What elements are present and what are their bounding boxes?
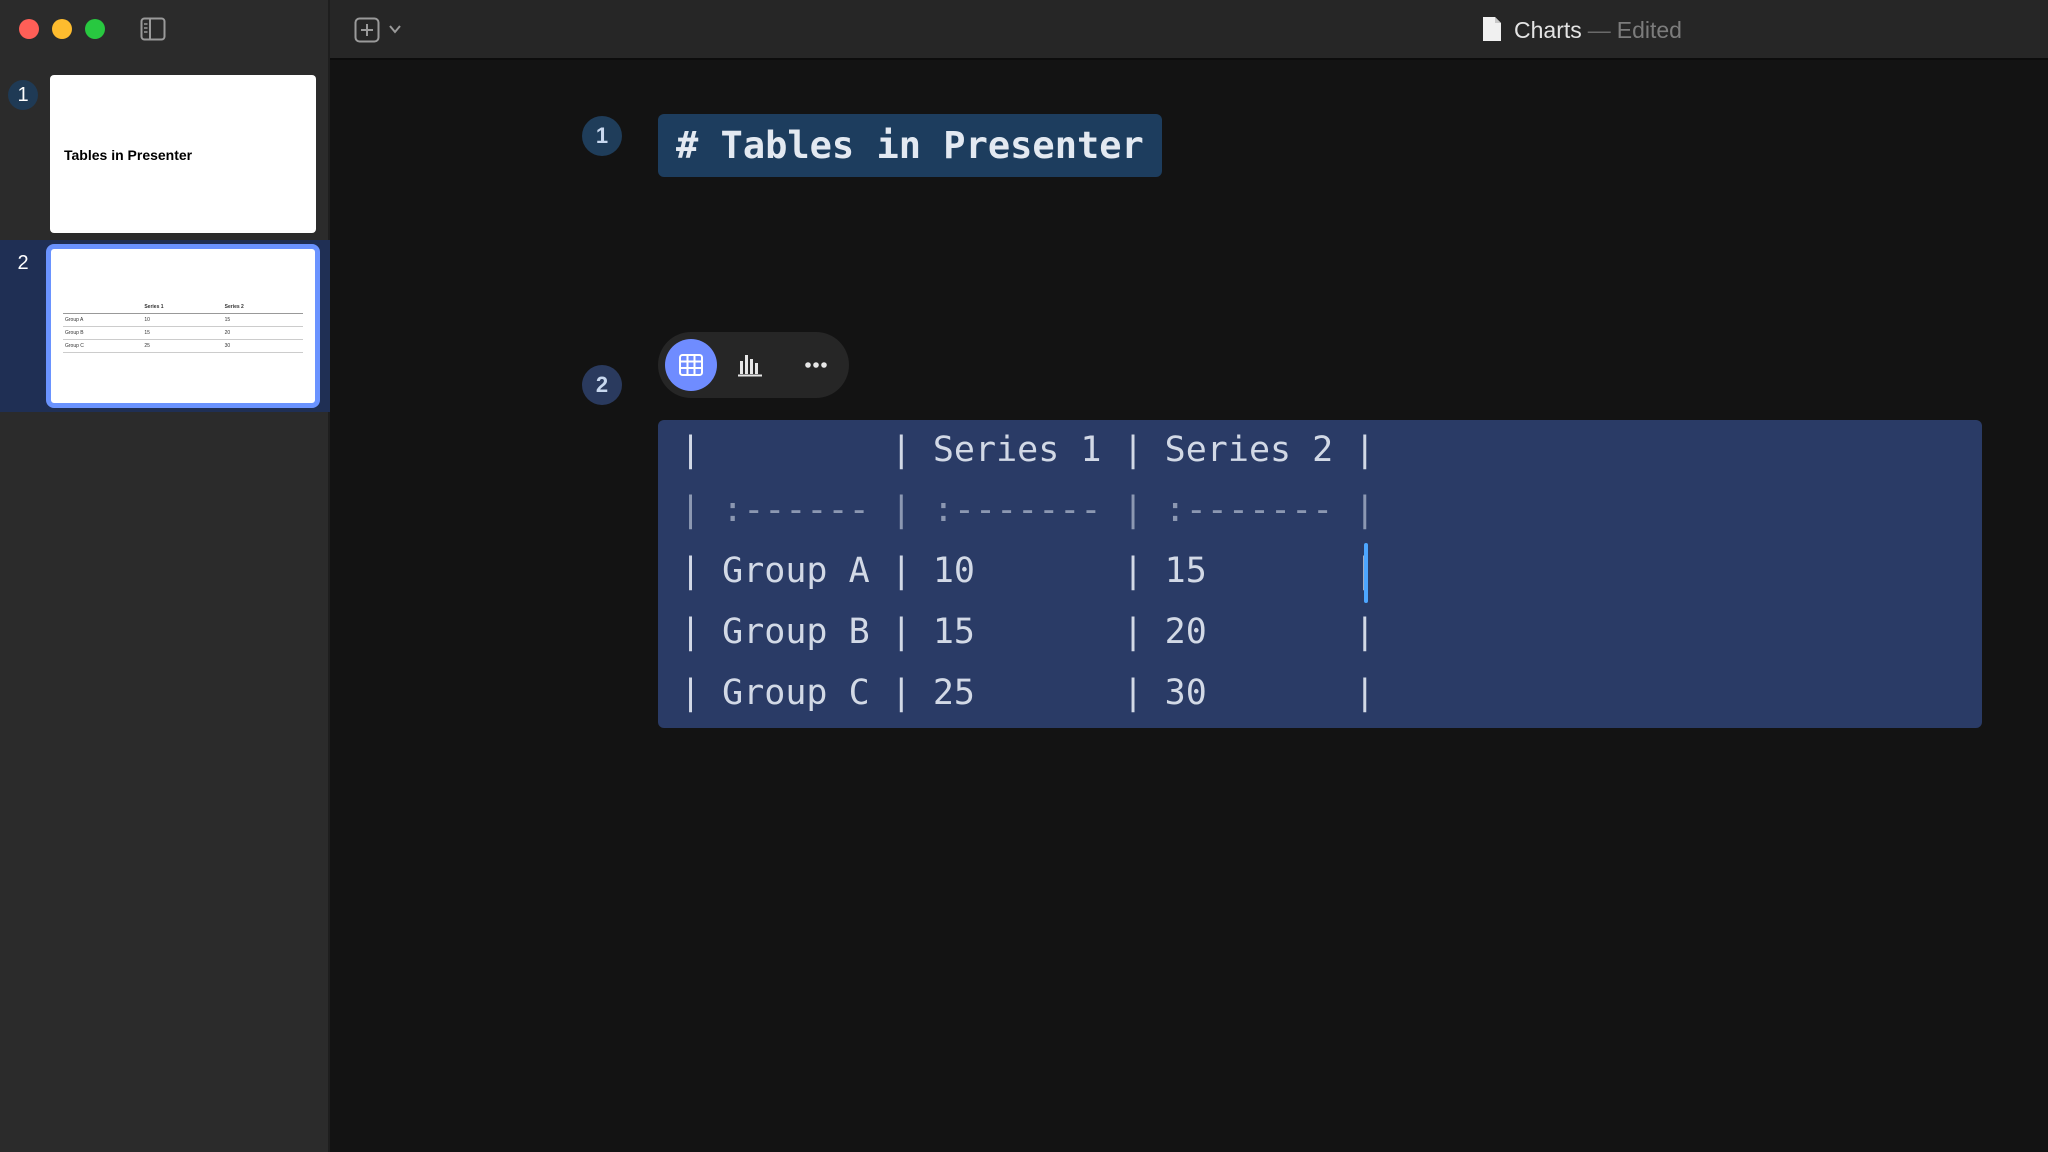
thumbnail-cell: 20 <box>222 326 303 340</box>
chart-view-button[interactable] <box>724 339 776 391</box>
heading-block[interactable]: # Tables in Presenter <box>658 114 1162 177</box>
table-row-line[interactable]: | Group B | 15 | 20 | <box>680 612 1375 652</box>
table-row-line[interactable]: | Group C | 25 | 30 | <box>680 673 1375 713</box>
table-header-line[interactable]: | | Series 1 | Series 2 | <box>680 430 1375 470</box>
slide-badge-2: 2 <box>582 365 622 405</box>
block-toolbar <box>658 332 849 398</box>
thumbnail-cell: 15 <box>222 313 303 327</box>
slide-badge-1: 1 <box>582 116 622 156</box>
plus-square-icon[interactable] <box>354 17 380 43</box>
thumbnail-cell: 25 <box>142 339 223 353</box>
slide-thumbnail-row-1[interactable]: 1 Tables in Presenter <box>0 72 330 240</box>
thumbnail-cell: 10 <box>142 313 223 327</box>
title-separator: — <box>1587 17 1611 43</box>
thumbnail-table: Series 1 Series 2 Group A 10 15 Group B … <box>63 301 303 353</box>
chevron-down-icon[interactable] <box>388 22 402 36</box>
thumbnail-cell <box>63 301 143 314</box>
more-options-button[interactable] <box>790 339 842 391</box>
zoom-window-button[interactable] <box>85 19 105 39</box>
window-toolbar: Charts — Edited <box>330 0 2048 60</box>
close-window-button[interactable] <box>19 19 39 39</box>
ellipsis-icon <box>805 362 827 368</box>
thumbnail-cell: Group A <box>63 313 143 327</box>
thumbnail-cell: 15 <box>142 326 223 340</box>
thumbnail-cell: Group C <box>63 339 143 353</box>
thumbnail-title: Tables in Presenter <box>64 147 193 163</box>
slide-number: 1 <box>8 80 38 110</box>
document-name: Charts <box>1514 17 1582 43</box>
minimize-window-button[interactable] <box>52 19 72 39</box>
table-icon <box>679 354 703 376</box>
thumbnail-cell: Series 2 <box>222 301 303 314</box>
window-title: Charts — Edited <box>1514 17 1682 44</box>
slide-number: 2 <box>17 252 29 274</box>
table-view-button[interactable] <box>665 339 717 391</box>
slide-thumbnail-selected[interactable]: Series 1 Series 2 Group A 10 15 Group B … <box>46 244 320 408</box>
table-separator-line[interactable]: | :------ | :------- | :------- | <box>680 490 1375 530</box>
bar-chart-icon <box>738 355 762 377</box>
thumbnail-cell: 30 <box>222 339 303 353</box>
thumbnail-cell: Group B <box>63 326 143 340</box>
slide-thumbnail-row-2[interactable]: 2 Series 1 Series 2 Group A 10 15 Group … <box>0 240 330 412</box>
document-status: Edited <box>1616 17 1682 43</box>
text-caret <box>1364 543 1368 603</box>
document-icon <box>1482 16 1502 42</box>
table-row-line[interactable]: | Group A | 10 | 15 | <box>680 551 1375 591</box>
thumbnail-cell: Series 1 <box>142 301 223 314</box>
sidebar-icon[interactable] <box>140 17 166 41</box>
app-window: 1 Tables in Presenter 2 Series 1 Series … <box>0 0 2048 1152</box>
table-markdown-block[interactable]: | | Series 1 | Series 2 | | :------ | :-… <box>658 420 1982 728</box>
slide-thumbnail[interactable]: Tables in Presenter <box>50 75 316 233</box>
slide-sidebar: 1 Tables in Presenter 2 Series 1 Series … <box>0 0 330 1152</box>
markdown-editor[interactable]: 1 # Tables in Presenter 2 | | Series 1 |… <box>330 60 2048 1152</box>
